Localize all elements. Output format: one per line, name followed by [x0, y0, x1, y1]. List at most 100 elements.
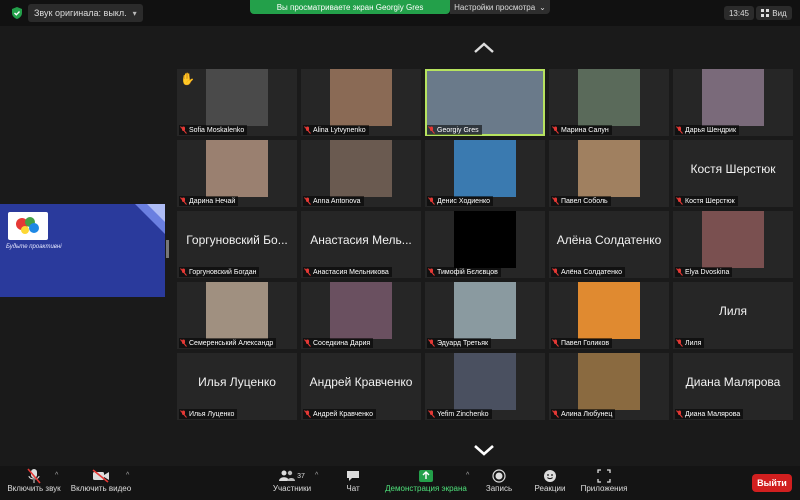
- reactions-label: Реакции: [534, 484, 566, 493]
- participant-tile[interactable]: Elya Dvoskina: [673, 211, 793, 278]
- participant-name-label: Павел Голиков: [551, 338, 613, 348]
- participant-name-label: Georgiy Gres: [427, 125, 482, 135]
- participants-button[interactable]: 37 Участники: [272, 468, 312, 493]
- participant-tile[interactable]: Горгуновский Бо... Горгуновский Богдан: [177, 211, 297, 278]
- mic-muted-icon: [180, 197, 187, 205]
- participant-tile[interactable]: Georgiy Gres: [425, 69, 545, 136]
- participant-tile[interactable]: Диана Малярова Диана Малярова: [673, 353, 793, 420]
- participant-name: Денис Ходиенко: [437, 197, 490, 205]
- mic-muted-icon: [676, 339, 683, 347]
- participant-video: [578, 282, 640, 339]
- participant-tile[interactable]: Андрей Кравченко Андрей Кравченко: [301, 353, 421, 420]
- share-options-caret-icon[interactable]: ^: [466, 472, 469, 479]
- participant-display-name: Анастасия Мель...: [310, 233, 412, 247]
- participant-tile[interactable]: Yefim Zinchenko: [425, 353, 545, 420]
- mic-muted-icon: [428, 126, 435, 134]
- mic-muted-icon: [180, 126, 187, 134]
- mic-muted-icon: [180, 268, 187, 276]
- participant-tile[interactable]: Павел Соболь: [549, 140, 669, 207]
- view-button[interactable]: Вид: [756, 6, 792, 20]
- participant-name-label: Дарина Нечай: [179, 196, 239, 206]
- shield-icon[interactable]: [10, 6, 24, 20]
- participant-name: Эдуард Третьяк: [437, 339, 489, 347]
- participants-options-caret-icon[interactable]: ^: [315, 472, 318, 479]
- video-options-caret-icon[interactable]: ^: [126, 472, 129, 479]
- view-settings-button[interactable]: Настройки просмотра ⌄: [450, 0, 550, 14]
- participant-name-label: Семеренський Александр: [179, 338, 277, 348]
- participant-tile[interactable]: Лиля Лиля: [673, 282, 793, 349]
- participant-name: Диана Малярова: [685, 410, 741, 418]
- participant-tile[interactable]: Алёна Солдатенко Алёна Солдатенко: [549, 211, 669, 278]
- participant-tile[interactable]: Алина Любунец: [549, 353, 669, 420]
- participant-tile[interactable]: Alina Lytvynenko: [301, 69, 421, 136]
- participants-count: 37: [297, 472, 305, 480]
- video-off-icon: [92, 469, 109, 483]
- participant-name: Georgiy Gres: [437, 126, 479, 134]
- participants-icon: [279, 470, 296, 481]
- participant-name: Алина Любунец: [561, 410, 613, 418]
- participant-tile[interactable]: Эдуард Третьяк: [425, 282, 545, 349]
- participant-name-label: Алина Любунец: [551, 409, 616, 419]
- participant-name: Алёна Солдатенко: [561, 268, 622, 276]
- original-sound-label: Звук оригинала: выкл.: [34, 8, 127, 18]
- participant-tile[interactable]: ✋ Sofia Moskalenko: [177, 69, 297, 136]
- participant-name: Тимофій Бєлєвцов: [437, 268, 498, 276]
- slide-text: Будьте проактивні: [6, 244, 62, 250]
- mic-muted-icon: [304, 339, 311, 347]
- participant-tile[interactable]: Марина Салун: [549, 69, 669, 136]
- participant-tile[interactable]: Anna Antonova: [301, 140, 421, 207]
- participant-tile[interactable]: Дарина Нечай: [177, 140, 297, 207]
- mic-muted-icon: [552, 126, 559, 134]
- participant-name-label: Павел Соболь: [551, 196, 611, 206]
- shared-screen-thumbnail[interactable]: Будьте проактивні: [0, 204, 165, 297]
- original-sound-dropdown[interactable]: Звук оригинала: выкл. ▾: [28, 4, 143, 22]
- participant-name-label: Alina Lytvynenko: [303, 125, 369, 135]
- participant-video: [206, 282, 268, 339]
- splitter-handle[interactable]: [166, 240, 169, 258]
- chat-label: Чат: [346, 484, 360, 493]
- start-video-button[interactable]: Включить видео: [70, 468, 132, 493]
- participant-tile[interactable]: Дарья Шендрик: [673, 69, 793, 136]
- participant-name: Yefim Zinchenko: [437, 410, 489, 418]
- apps-button[interactable]: Приложения: [580, 468, 628, 493]
- participant-name-label: Anna Antonova: [303, 196, 364, 206]
- participant-tile[interactable]: Соседкина Дария: [301, 282, 421, 349]
- unmute-button[interactable]: Включить звук: [6, 468, 62, 493]
- participant-tile[interactable]: Семеренський Александр: [177, 282, 297, 349]
- participant-display-name: Диана Малярова: [685, 375, 781, 389]
- participant-tile[interactable]: Тимофій Бєлєвцов: [425, 211, 545, 278]
- audio-options-caret-icon[interactable]: ^: [55, 472, 58, 479]
- slide-corner-decoration: [147, 204, 165, 222]
- participant-video: [206, 140, 268, 197]
- mic-muted-icon: [428, 268, 435, 276]
- record-button[interactable]: Запись: [484, 468, 514, 493]
- participant-display-name: Горгуновский Бо...: [186, 233, 288, 247]
- mic-muted-icon: [180, 339, 187, 347]
- reactions-icon: [544, 470, 556, 482]
- leave-button[interactable]: Выйти: [752, 474, 792, 492]
- participant-tile[interactable]: Павел Голиков: [549, 282, 669, 349]
- reactions-button[interactable]: Реакции: [533, 468, 567, 493]
- participant-name-label: Диана Малярова: [675, 409, 744, 419]
- participant-name: Дарина Нечай: [189, 197, 236, 205]
- participant-tile[interactable]: Костя Шерстюк Костя Шерстюк: [673, 140, 793, 207]
- participant-name: Alina Lytvynenko: [313, 126, 366, 134]
- meeting-toolbar: Включить звук ^ Включить видео ^ 37 Учас…: [0, 466, 800, 500]
- participant-name-label: Марина Салун: [551, 125, 612, 135]
- participant-name: Соседкина Дария: [313, 339, 371, 347]
- record-label: Запись: [485, 484, 513, 493]
- participant-name: Семеренський Александр: [189, 339, 274, 347]
- participant-tile[interactable]: Анастасия Мель... Анастасия Мельникова: [301, 211, 421, 278]
- participant-name-label: Андрей Кравченко: [303, 409, 376, 419]
- chevron-down-icon[interactable]: [473, 444, 495, 456]
- participant-name: Павел Голиков: [561, 339, 610, 347]
- participant-video: [206, 69, 268, 126]
- participant-tile[interactable]: Денис Ходиенко: [425, 140, 545, 207]
- participant-video: [702, 211, 764, 268]
- chevron-up-icon[interactable]: [473, 42, 495, 54]
- participant-tile[interactable]: Илья Луценко Илья Луценко: [177, 353, 297, 420]
- mic-muted-icon: [304, 197, 311, 205]
- view-label: Вид: [772, 8, 787, 18]
- share-screen-button[interactable]: Демонстрация экрана: [384, 468, 468, 493]
- chat-button[interactable]: Чат: [340, 468, 366, 493]
